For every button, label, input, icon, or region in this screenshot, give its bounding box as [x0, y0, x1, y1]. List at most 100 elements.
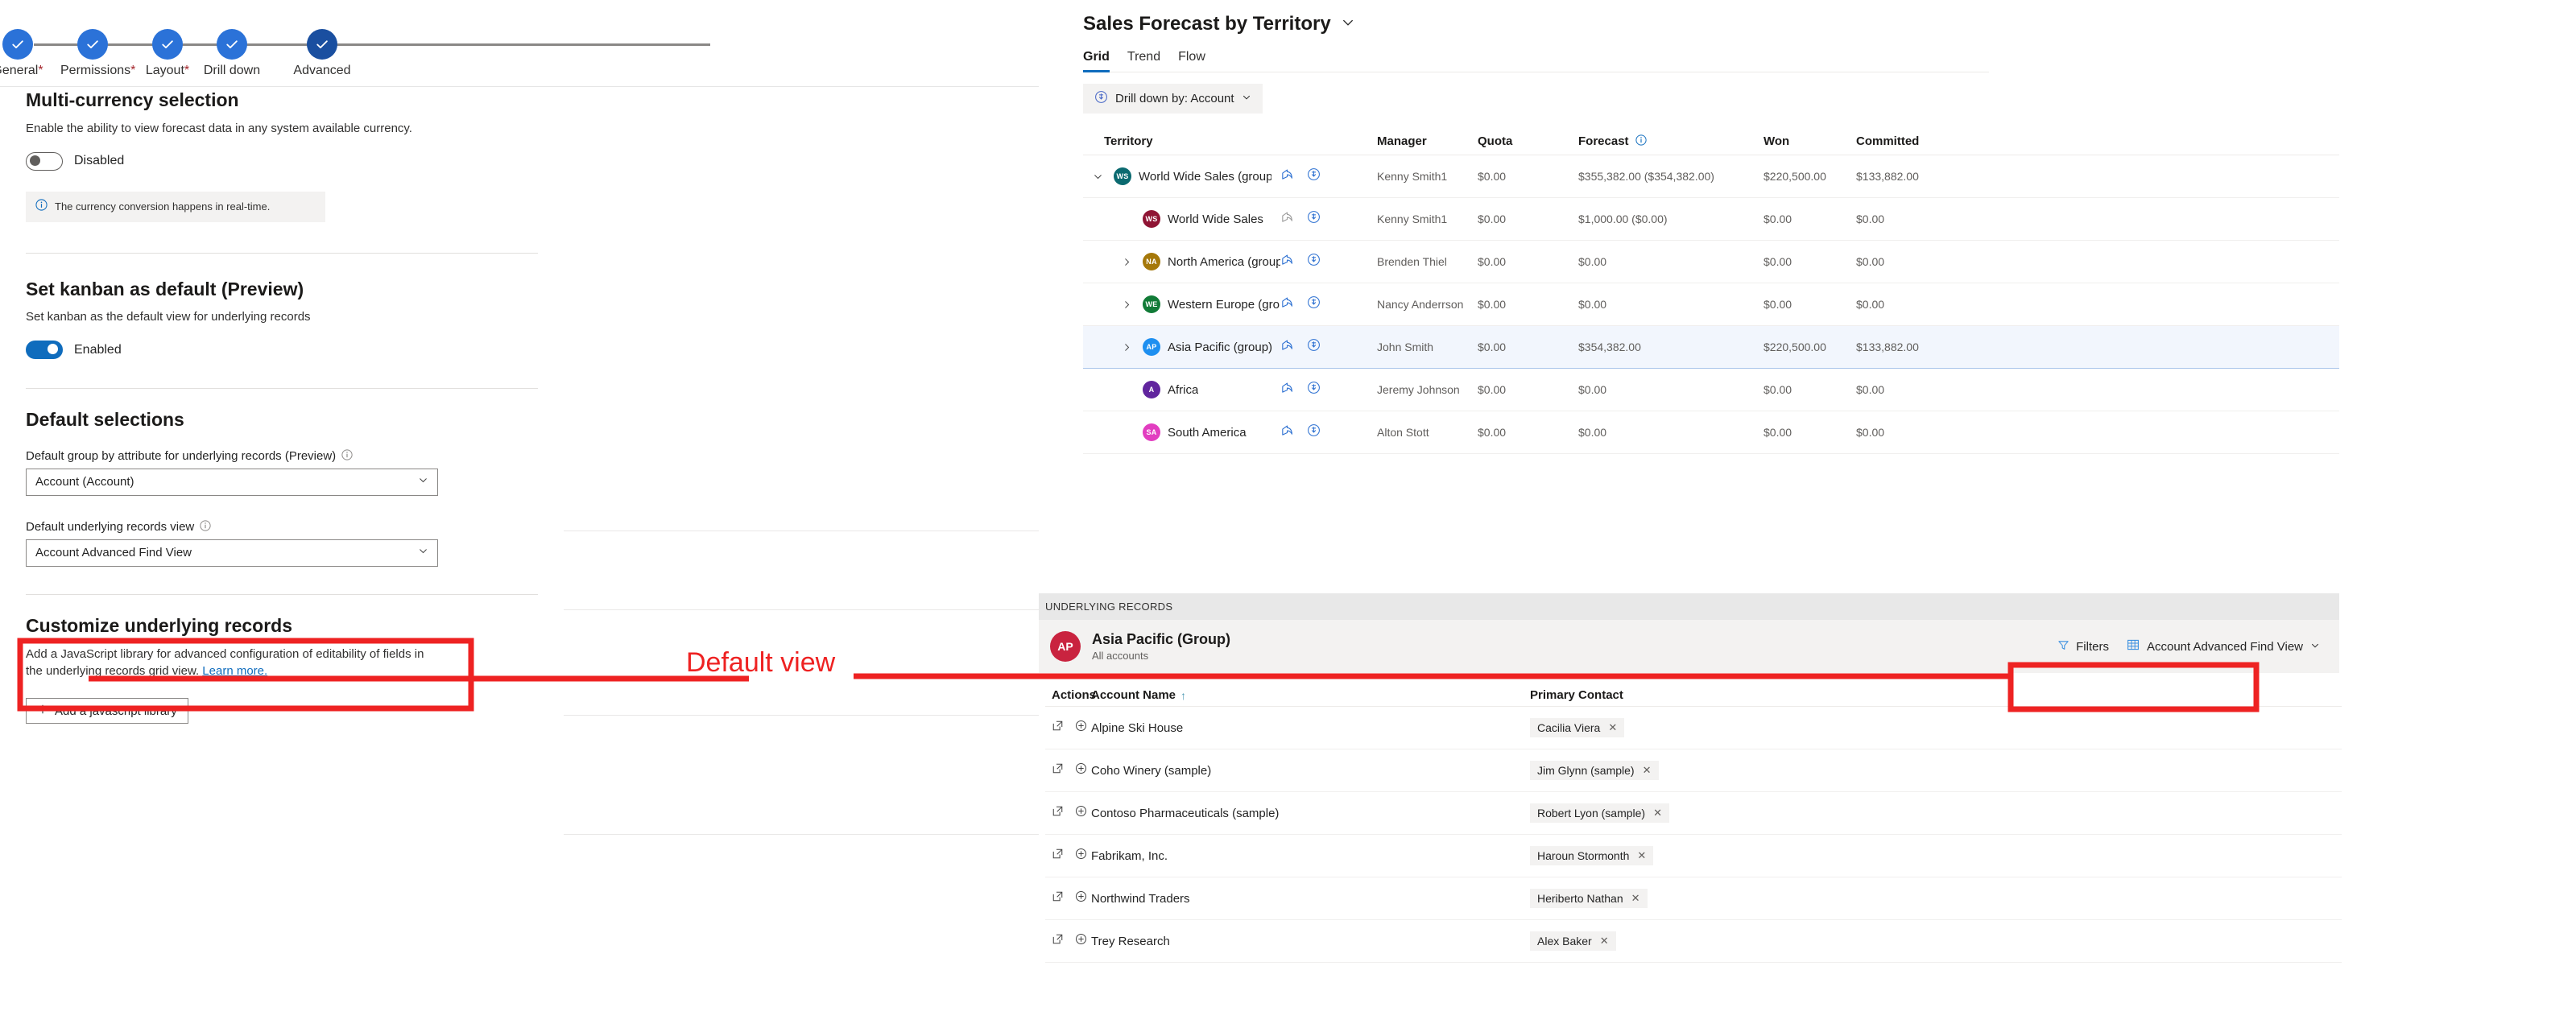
check-icon [307, 29, 337, 60]
chevron-right-icon[interactable] [1122, 342, 1143, 353]
drill-down-icon[interactable] [1307, 167, 1321, 185]
primary-contact-pill[interactable]: Heriberto Nathan ✕ [1530, 889, 1648, 908]
info-icon[interactable] [1635, 134, 1647, 149]
cell-manager: Nancy Anderrson [1377, 298, 1464, 311]
close-icon[interactable]: ✕ [1653, 807, 1662, 820]
list-item[interactable]: Alpine Ski House Cacilia Viera ✕ [1045, 707, 2342, 749]
share-icon[interactable] [1280, 423, 1294, 441]
grid-view-icon [2127, 638, 2140, 654]
open-record-icon[interactable] [1052, 933, 1064, 949]
section-customize-records: Customize underlying records Add a JavaS… [26, 614, 538, 724]
wizard-step-layout[interactable]: Layout* [135, 29, 200, 78]
expand-record-icon[interactable] [1075, 848, 1087, 864]
view-selector-button[interactable]: Account Advanced Find View [2119, 634, 2328, 659]
primary-contact-pill[interactable]: Alex Baker ✕ [1530, 931, 1616, 951]
chevron-down-icon[interactable] [1341, 13, 1355, 35]
expand-record-icon[interactable] [1075, 720, 1087, 736]
share-icon[interactable] [1280, 210, 1294, 228]
open-record-icon[interactable] [1052, 890, 1064, 906]
open-record-icon[interactable] [1052, 805, 1064, 821]
chevron-down-icon[interactable] [1093, 171, 1114, 182]
wizard-stepper: General* Permissions* Layout* Drill down Adv… [0, 0, 1039, 87]
drill-down-by-button[interactable]: Drill down by: Account [1083, 84, 1263, 114]
drill-down-icon[interactable] [1307, 381, 1321, 398]
required-marker: * [184, 64, 190, 77]
drill-down-icon[interactable] [1307, 253, 1321, 270]
learn-more-link[interactable]: Learn more. [202, 664, 267, 678]
table-row[interactable]: SA South America Alton Stott $0.00 $0.00 $0.0… [1083, 411, 2339, 454]
primary-contact-pill[interactable]: Cacilia Viera ✕ [1530, 718, 1625, 737]
filters-button[interactable]: Filters [2057, 639, 2109, 654]
share-icon[interactable] [1280, 167, 1294, 185]
divider-2 [26, 388, 538, 389]
cell-manager: John Smith [1377, 341, 1434, 353]
table-row[interactable]: WE Western Europe (group) Nancy Anderrson $… [1083, 283, 2339, 326]
column-header-account-name[interactable]: Account Name [1091, 688, 1176, 702]
open-record-icon[interactable] [1052, 848, 1064, 864]
tab-flow[interactable]: Flow [1178, 50, 1205, 72]
mid-divider-3 [564, 715, 1067, 716]
table-row[interactable]: A Africa Jeremy Johnson $0.00 $0.00 $0.00 $0.0… [1083, 369, 2339, 411]
share-icon[interactable] [1280, 295, 1294, 313]
avatar: WS [1143, 210, 1160, 228]
primary-contact-pill[interactable]: Robert Lyon (sample) ✕ [1530, 803, 1669, 823]
wizard-step-general[interactable]: General* [0, 29, 50, 78]
chevron-right-icon[interactable] [1122, 257, 1143, 267]
cell-committed: $0.00 [1856, 383, 1885, 396]
info-icon[interactable] [341, 449, 353, 464]
column-header-manager: Manager [1377, 134, 1427, 148]
table-row[interactable]: NA North America (group) Brenden Thiel $0.0… [1083, 241, 2339, 283]
close-icon[interactable]: ✕ [1643, 764, 1652, 777]
expand-record-icon[interactable] [1075, 762, 1087, 778]
expand-record-icon[interactable] [1075, 805, 1087, 821]
wizard-step-permissions[interactable]: Permissions* [60, 29, 135, 78]
info-icon[interactable] [200, 520, 211, 535]
cell-manager: Jeremy Johnson [1377, 383, 1460, 396]
tab-grid[interactable]: Grid [1083, 50, 1110, 72]
share-icon[interactable] [1280, 338, 1294, 356]
open-record-icon[interactable] [1052, 762, 1064, 778]
close-icon[interactable]: ✕ [1631, 892, 1640, 905]
list-item[interactable]: Coho Winery (sample) Jim Glynn (sample) ✕ [1045, 749, 2342, 792]
multi-currency-toggle[interactable] [26, 151, 63, 171]
table-row[interactable]: WS World Wide Sales (group) Kenny Smith1 $0… [1083, 155, 2339, 198]
list-item[interactable]: Northwind Traders Heriberto Nathan ✕ [1045, 877, 2342, 920]
drill-down-icon[interactable] [1307, 210, 1321, 228]
forecast-title-row[interactable]: Sales Forecast by Territory [1083, 13, 2576, 35]
cell-forecast: $354,382.00 [1578, 341, 1641, 353]
expand-record-icon[interactable] [1075, 890, 1087, 906]
cell-won: $0.00 [1764, 255, 1792, 268]
table-row[interactable]: AP Asia Pacific (group) John Smith $0.00 $35… [1083, 326, 2339, 369]
primary-contact-pill[interactable]: Jim Glynn (sample) ✕ [1530, 761, 1659, 780]
share-icon[interactable] [1280, 381, 1294, 398]
chevron-right-icon[interactable] [1122, 299, 1143, 310]
filters-label: Filters [2076, 639, 2109, 654]
group-by-dropdown[interactable]: Account (Account) [26, 468, 438, 496]
close-icon[interactable]: ✕ [1637, 849, 1646, 862]
primary-contact-pill[interactable]: Haroun Stormonth ✕ [1530, 846, 1654, 865]
close-icon[interactable]: ✕ [1600, 935, 1609, 947]
table-row[interactable]: WS World Wide Sales Kenny Smith1 $0.00 $1,00… [1083, 198, 2339, 241]
tab-trend[interactable]: Trend [1127, 50, 1160, 72]
drill-down-icon[interactable] [1307, 338, 1321, 356]
kanban-toggle[interactable] [26, 341, 63, 359]
cell-forecast: $0.00 [1578, 298, 1607, 311]
drill-down-icon[interactable] [1307, 295, 1321, 313]
records-view-dropdown[interactable]: Account Advanced Find View [26, 539, 438, 567]
add-javascript-library-button[interactable]: Add a javascript library [26, 698, 188, 724]
close-icon[interactable]: ✕ [1608, 721, 1617, 734]
list-item[interactable]: Fabrikam, Inc. Haroun Stormonth ✕ [1045, 835, 2342, 877]
expand-record-icon[interactable] [1075, 933, 1087, 949]
list-item[interactable]: Trey Research Alex Baker ✕ [1045, 920, 2342, 963]
group-by-field: Default group by attribute for underlyin… [26, 449, 538, 496]
wizard-step-label: Layout* [145, 64, 190, 77]
share-icon[interactable] [1280, 253, 1294, 270]
kanban-toggle-label: Enabled [74, 342, 122, 357]
wizard-step-advanced[interactable]: Advanced [290, 29, 354, 78]
list-item[interactable]: Contoso Pharmaceuticals (sample) Robert L… [1045, 792, 2342, 835]
drill-down-icon[interactable] [1307, 423, 1321, 441]
wizard-step-drill-down[interactable]: Drill down [200, 29, 264, 78]
info-icon [35, 198, 48, 215]
avatar-initials: AP [1057, 640, 1073, 653]
open-record-icon[interactable] [1052, 720, 1064, 736]
